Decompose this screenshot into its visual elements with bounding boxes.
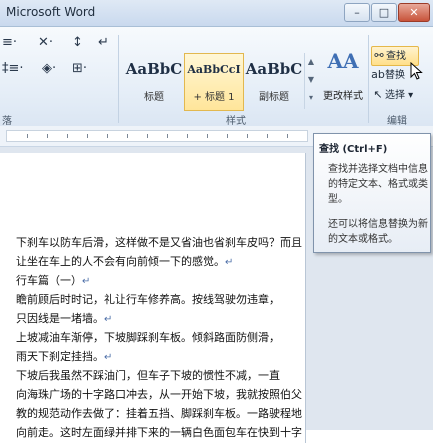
show-marks-icon[interactable]: ↵ bbox=[98, 35, 109, 50]
scroll-down-icon[interactable]: ▼ bbox=[305, 71, 317, 89]
paragraph-mark-icon: ↵ bbox=[82, 276, 91, 287]
style-caption: 标题 bbox=[144, 92, 164, 103]
paragraph-mark-icon: ↵ bbox=[104, 314, 113, 325]
paragraph-line: 教的规范动作去做了：挂着五挡、脚踩刹车板。一路驶程地 bbox=[16, 407, 302, 420]
style-subtitle[interactable]: AaBbC 副标题 bbox=[244, 53, 304, 111]
line-spacing-icon[interactable]: ‡≡· bbox=[2, 61, 24, 76]
paragraph-line: 雨天下刹定挂挡。↵ bbox=[16, 350, 113, 363]
title-bar: Microsoft Word – □ ✕ bbox=[0, 0, 433, 27]
sort-icon[interactable]: ↕ bbox=[72, 35, 83, 50]
paragraph-line: 下坡后我虽然不踩油门，但车子下坡的惯性不减，一直 bbox=[16, 369, 280, 382]
binoculars-icon: ⚯ bbox=[374, 49, 384, 62]
style-preview: AaBbCcI bbox=[187, 63, 241, 76]
style-heading-1[interactable]: AaBbCcI + 标题 1 bbox=[184, 53, 244, 111]
close-button[interactable]: ✕ bbox=[398, 3, 430, 22]
style-preview: AaBbC bbox=[245, 60, 303, 78]
styles-scroll: ▲ ▼ ▾ bbox=[304, 53, 317, 109]
styles-group-label: 样式 bbox=[226, 116, 246, 127]
maximize-button[interactable]: □ bbox=[371, 3, 397, 22]
editing-group-label: 编辑 bbox=[387, 116, 407, 127]
minimize-button[interactable]: – bbox=[344, 3, 370, 22]
ruler-track bbox=[6, 130, 308, 142]
paragraph-line: 让坐在车上的人不会有向前倾一下的感觉。↵ bbox=[16, 255, 234, 268]
paragraph-group-label: 落 bbox=[2, 116, 12, 127]
paragraph-line: 下刹车以防车后滑，这样做不是又省油也省刹车皮吗？而且 bbox=[16, 236, 302, 249]
paragraph-line: 上坡减油车渐停，下坡脚踩刹车板。倾斜路面防侧滑， bbox=[16, 331, 280, 344]
window-title: Microsoft Word bbox=[6, 5, 96, 19]
document-page[interactable]: 下刹车以防车后滑，这样做不是又省油也省刹车皮吗？而且 让坐在车上的人不会有向前倾… bbox=[0, 153, 306, 443]
paragraph-line: 瞻前顾后时时记，礼让行车修养高。按线驾驶勿违章， bbox=[16, 293, 280, 306]
tooltip-text: 型。 bbox=[328, 194, 348, 205]
paragraph-mark-icon: ↵ bbox=[104, 352, 113, 363]
mouse-cursor-icon bbox=[410, 62, 423, 80]
tooltip-text: 查找并选择文档中信息 bbox=[328, 164, 428, 175]
more-styles-icon[interactable]: ▾ bbox=[305, 89, 317, 107]
paragraph-line: 只因线是一堵墙。↵ bbox=[16, 312, 113, 325]
style-title[interactable]: AaBbC 标题 bbox=[124, 53, 184, 111]
ribbon: ≡· ✕· ↕ ↵ ‡≡· ◈· ⊞· 落 AaBbC 标题 AaBbCcI +… bbox=[0, 27, 433, 127]
replace-label: 替换 bbox=[385, 70, 405, 81]
shading-icon[interactable]: ◈· bbox=[42, 61, 56, 76]
select-label: 选择 bbox=[385, 90, 405, 101]
paragraph-line: 行车篇（一）↵ bbox=[16, 274, 91, 287]
change-styles-label: 更改样式 bbox=[323, 91, 363, 102]
tooltip-text: 的文本或格式。 bbox=[328, 234, 398, 245]
find-label: 查找 bbox=[386, 51, 406, 62]
tooltip-title: 查找 (Ctrl+F) bbox=[319, 144, 388, 155]
borders-icon[interactable]: ⊞· bbox=[72, 61, 87, 76]
replace-icon: ab bbox=[371, 68, 385, 81]
style-preview: AaBbC bbox=[125, 60, 183, 78]
paragraph-line: 向前走。这时左面绿并排下来的一辆白色面包车在快到十字 bbox=[16, 426, 302, 439]
paragraph-line: 向海珠广场的十字路口冲去，从一开始下坡，我就按照伯父 bbox=[16, 388, 302, 401]
change-styles-button[interactable]: AA 更改样式 bbox=[319, 49, 367, 113]
group-separator bbox=[118, 35, 119, 123]
find-tooltip: 查找 (Ctrl+F) 查找并选择文档中信息 的特定文本、格式或类 型。 还可以… bbox=[313, 133, 431, 253]
style-caption: + 标题 1 bbox=[193, 92, 235, 103]
tooltip-text: 还可以将信息替换为新 bbox=[328, 219, 428, 230]
change-styles-icon: AA bbox=[327, 49, 359, 73]
select-button[interactable]: ↖ 选择 ▾ bbox=[371, 86, 427, 104]
tooltip-text: 的特定文本、格式或类 bbox=[328, 179, 428, 190]
select-icon: ↖ bbox=[373, 88, 383, 101]
text-direction-icon[interactable]: ✕· bbox=[38, 35, 53, 50]
scroll-up-icon[interactable]: ▲ bbox=[305, 53, 317, 71]
group-separator bbox=[368, 35, 369, 123]
bullet-list-icon[interactable]: ≡· bbox=[2, 35, 17, 50]
style-caption: 副标题 bbox=[259, 92, 289, 103]
paragraph-mark-icon: ↵ bbox=[225, 257, 234, 268]
